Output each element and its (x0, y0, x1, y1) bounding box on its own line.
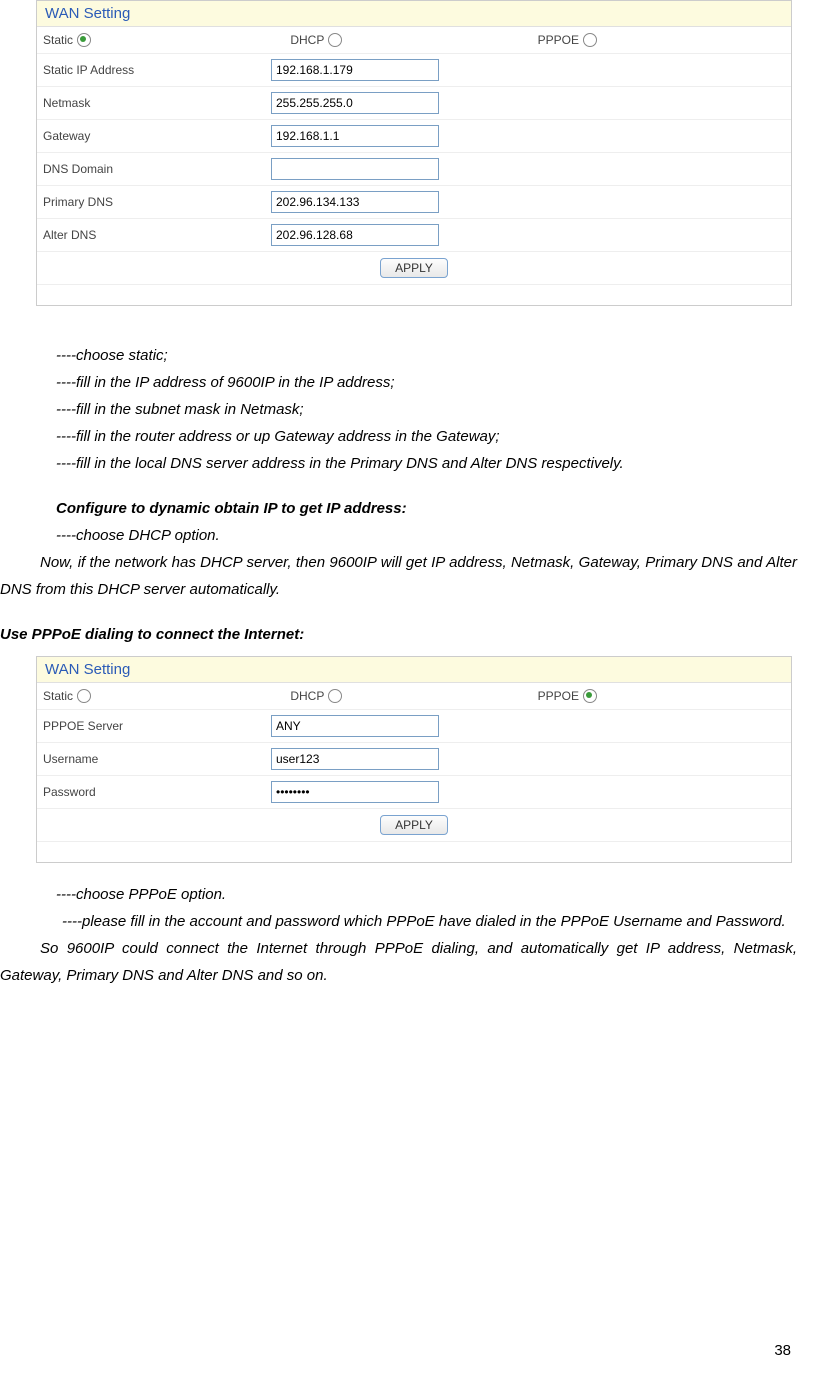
primary-dns-input[interactable] (271, 191, 439, 213)
radio-icon (583, 33, 597, 47)
row-alter-dns: Alter DNS (37, 219, 791, 252)
row-gateway: Gateway (37, 120, 791, 153)
radio-pppoe-label: PPPOE (538, 33, 579, 47)
row-username: Username (37, 743, 791, 776)
apply-button[interactable]: APPLY (380, 258, 448, 278)
instruction-line: ----fill in the local DNS server address… (0, 450, 797, 477)
radio-icon (583, 689, 597, 703)
apply-row: APPLY (37, 809, 791, 842)
row-primary-dns: Primary DNS (37, 186, 791, 219)
username-label: Username (43, 752, 271, 766)
netmask-input[interactable] (271, 92, 439, 114)
radio-static[interactable]: Static (43, 689, 290, 703)
pppoe-server-input[interactable] (271, 715, 439, 737)
netmask-label: Netmask (43, 96, 271, 110)
radio-static-label: Static (43, 689, 73, 703)
gateway-label: Gateway (43, 129, 271, 143)
password-input[interactable] (271, 781, 439, 803)
radio-icon (77, 689, 91, 703)
instruction-line: Now, if the network has DHCP server, the… (0, 549, 797, 603)
instruction-line: ----choose DHCP option. (0, 522, 797, 549)
radio-icon (328, 33, 342, 47)
instruction-line: ----fill in the IP address of 9600IP in … (0, 369, 797, 396)
radio-pppoe[interactable]: PPPOE (538, 689, 785, 703)
radio-dhcp-label: DHCP (290, 689, 324, 703)
apply-button[interactable]: APPLY (380, 815, 448, 835)
radio-pppoe-label: PPPOE (538, 689, 579, 703)
radio-icon (328, 689, 342, 703)
radio-icon (77, 33, 91, 47)
radio-static-label: Static (43, 33, 73, 47)
instruction-line: ----choose static; (0, 342, 797, 369)
password-label: Password (43, 785, 271, 799)
row-dns-domain: DNS Domain (37, 153, 791, 186)
username-input[interactable] (271, 748, 439, 770)
primary-dns-label: Primary DNS (43, 195, 271, 209)
instruction-line: ----please fill in the account and passw… (0, 908, 797, 935)
panel-title: WAN Setting (37, 1, 791, 27)
row-static-ip: Static IP Address (37, 54, 791, 87)
row-netmask: Netmask (37, 87, 791, 120)
gateway-input[interactable] (271, 125, 439, 147)
radio-dhcp[interactable]: DHCP (290, 33, 537, 47)
radio-dhcp-label: DHCP (290, 33, 324, 47)
radio-static[interactable]: Static (43, 33, 290, 47)
dns-domain-input[interactable] (271, 158, 439, 180)
instruction-line: ----fill in the subnet mask in Netmask; (0, 396, 797, 423)
apply-row: APPLY (37, 252, 791, 285)
row-pppoe-server: PPPOE Server (37, 710, 791, 743)
alter-dns-input[interactable] (271, 224, 439, 246)
row-password: Password (37, 776, 791, 809)
panel-title: WAN Setting (37, 657, 791, 683)
wan-mode-row: Static DHCP PPPOE (37, 27, 791, 54)
alter-dns-label: Alter DNS (43, 228, 271, 242)
static-ip-label: Static IP Address (43, 63, 271, 77)
wan-mode-row: Static DHCP PPPOE (37, 683, 791, 710)
radio-dhcp[interactable]: DHCP (290, 689, 537, 703)
wan-setting-static-panel: WAN Setting Static DHCP PPPOE Static IP … (36, 0, 792, 306)
instruction-line: So 9600IP could connect the Internet thr… (0, 935, 797, 989)
section-heading: Configure to dynamic obtain IP to get IP… (0, 495, 797, 522)
radio-pppoe[interactable]: PPPOE (538, 33, 785, 47)
wan-setting-pppoe-panel: WAN Setting Static DHCP PPPOE PPPOE Serv… (36, 656, 792, 863)
instruction-line: ----choose PPPoE option. (0, 881, 797, 908)
section-heading: Use PPPoE dialing to connect the Interne… (0, 621, 797, 648)
instruction-line: ----fill in the router address or up Gat… (0, 423, 797, 450)
page-number: 38 (774, 1342, 791, 1359)
pppoe-server-label: PPPOE Server (43, 719, 271, 733)
static-ip-input[interactable] (271, 59, 439, 81)
dns-domain-label: DNS Domain (43, 162, 271, 176)
